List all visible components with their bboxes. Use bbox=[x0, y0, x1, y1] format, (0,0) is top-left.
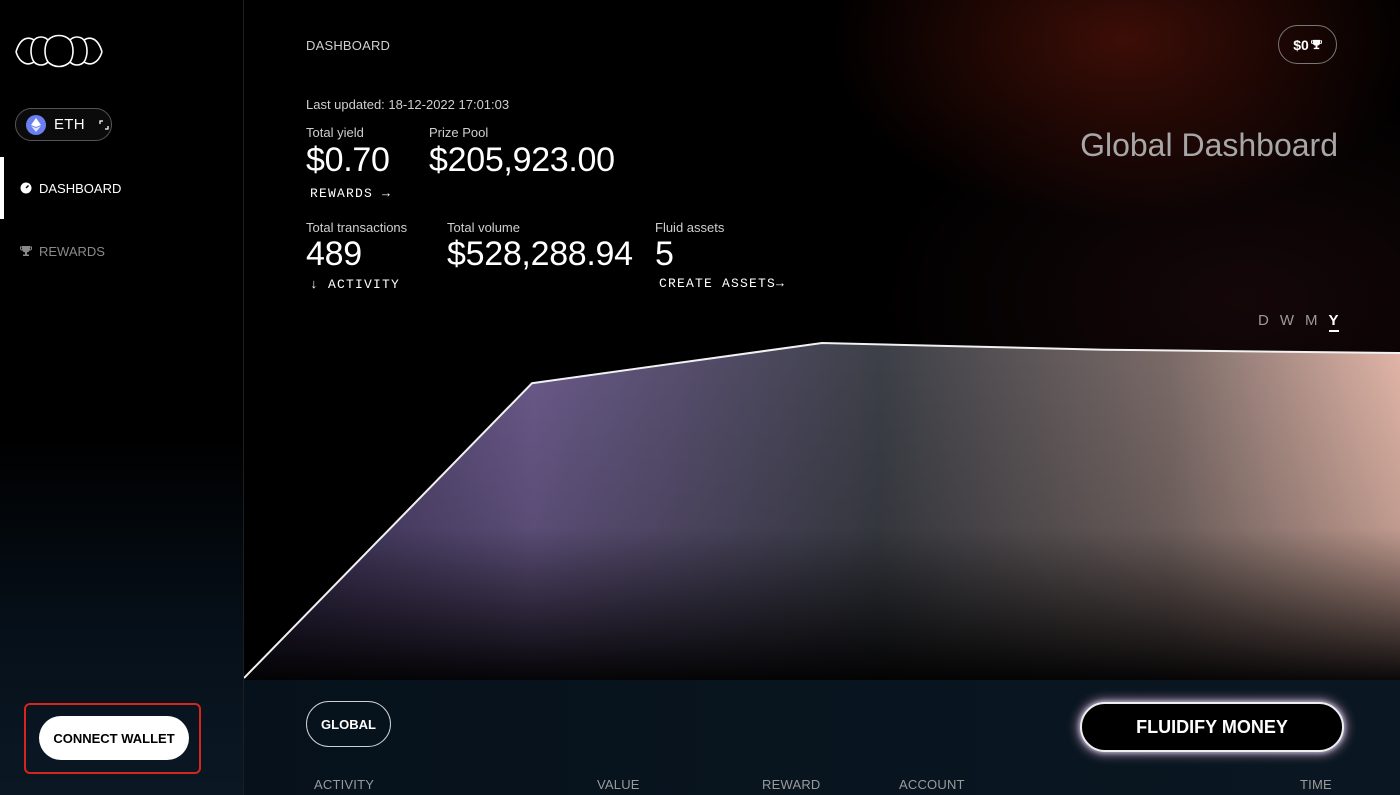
column-header-time: TIME bbox=[1300, 777, 1332, 792]
sidebar-item-label: DASHBOARD bbox=[39, 180, 122, 196]
total-transactions-label: Total transactions bbox=[306, 220, 408, 235]
sidebar-item-label: REWARDS bbox=[39, 243, 105, 259]
column-header-activity: ACTIVITY bbox=[314, 777, 375, 792]
column-header-value: VALUE bbox=[597, 777, 640, 792]
connect-wallet-highlight: CONNECT WALLET bbox=[24, 703, 201, 774]
connect-wallet-button[interactable]: CONNECT WALLET bbox=[39, 716, 189, 760]
sidebar: ETH DASHBOARD REWARDS CONNECT WALLET bbox=[0, 0, 244, 795]
activity-link[interactable]: ↓ ACTIVITY bbox=[310, 277, 400, 292]
last-updated: Last updated: 18-12-2022 17:01:03 bbox=[306, 97, 510, 112]
rewards-pill[interactable]: $0 bbox=[1278, 25, 1337, 64]
ethereum-icon bbox=[26, 114, 46, 135]
fluidity-logo-icon[interactable] bbox=[14, 32, 104, 70]
total-transactions-value: 489 bbox=[306, 235, 362, 273]
chain-label: ETH bbox=[54, 116, 85, 133]
rewards-pill-value: $0 bbox=[1293, 36, 1309, 53]
trophy-icon bbox=[1310, 39, 1322, 50]
dashboard-gauge-icon bbox=[20, 182, 32, 194]
fluid-assets-value: 5 bbox=[655, 235, 674, 273]
chain-selector[interactable]: ETH bbox=[15, 108, 112, 141]
fluidify-money-button[interactable]: FLUIDIFY MONEY bbox=[1080, 702, 1344, 752]
activity-section: GLOBAL FLUIDIFY MONEY ACTIVITY VALUE REW… bbox=[244, 680, 1400, 795]
prize-pool-label: Prize Pool bbox=[429, 125, 489, 140]
column-header-reward: REWARD bbox=[762, 777, 821, 792]
total-yield-label: Total yield bbox=[306, 125, 364, 140]
page-title: Global Dashboard bbox=[1080, 127, 1338, 163]
create-assets-link[interactable]: CREATE ASSETS→ bbox=[659, 276, 785, 291]
fluid-assets-label: Fluid assets bbox=[655, 220, 725, 235]
column-header-account: ACCOUNT bbox=[899, 777, 965, 792]
total-yield-value: $0.70 bbox=[306, 141, 390, 179]
total-volume-value: $528,288.94 bbox=[447, 235, 633, 273]
trophy-icon bbox=[20, 246, 32, 256]
breadcrumb: DASHBOARD bbox=[306, 38, 391, 53]
chart-area-fade bbox=[244, 343, 1400, 680]
sidebar-item-dashboard[interactable]: DASHBOARD bbox=[0, 157, 243, 219]
global-filter-button[interactable]: GLOBAL bbox=[306, 701, 391, 747]
total-volume-label: Total volume bbox=[447, 220, 520, 235]
rewards-link[interactable]: REWARDS → bbox=[310, 186, 391, 201]
switch-icon bbox=[99, 119, 109, 130]
yield-area-chart bbox=[244, 341, 1400, 680]
prize-pool-value: $205,923.00 bbox=[429, 141, 615, 179]
sidebar-item-rewards[interactable]: REWARDS bbox=[0, 220, 243, 282]
main-panel: DASHBOARD $0 Last updated: 18-12-2022 17… bbox=[244, 0, 1400, 795]
